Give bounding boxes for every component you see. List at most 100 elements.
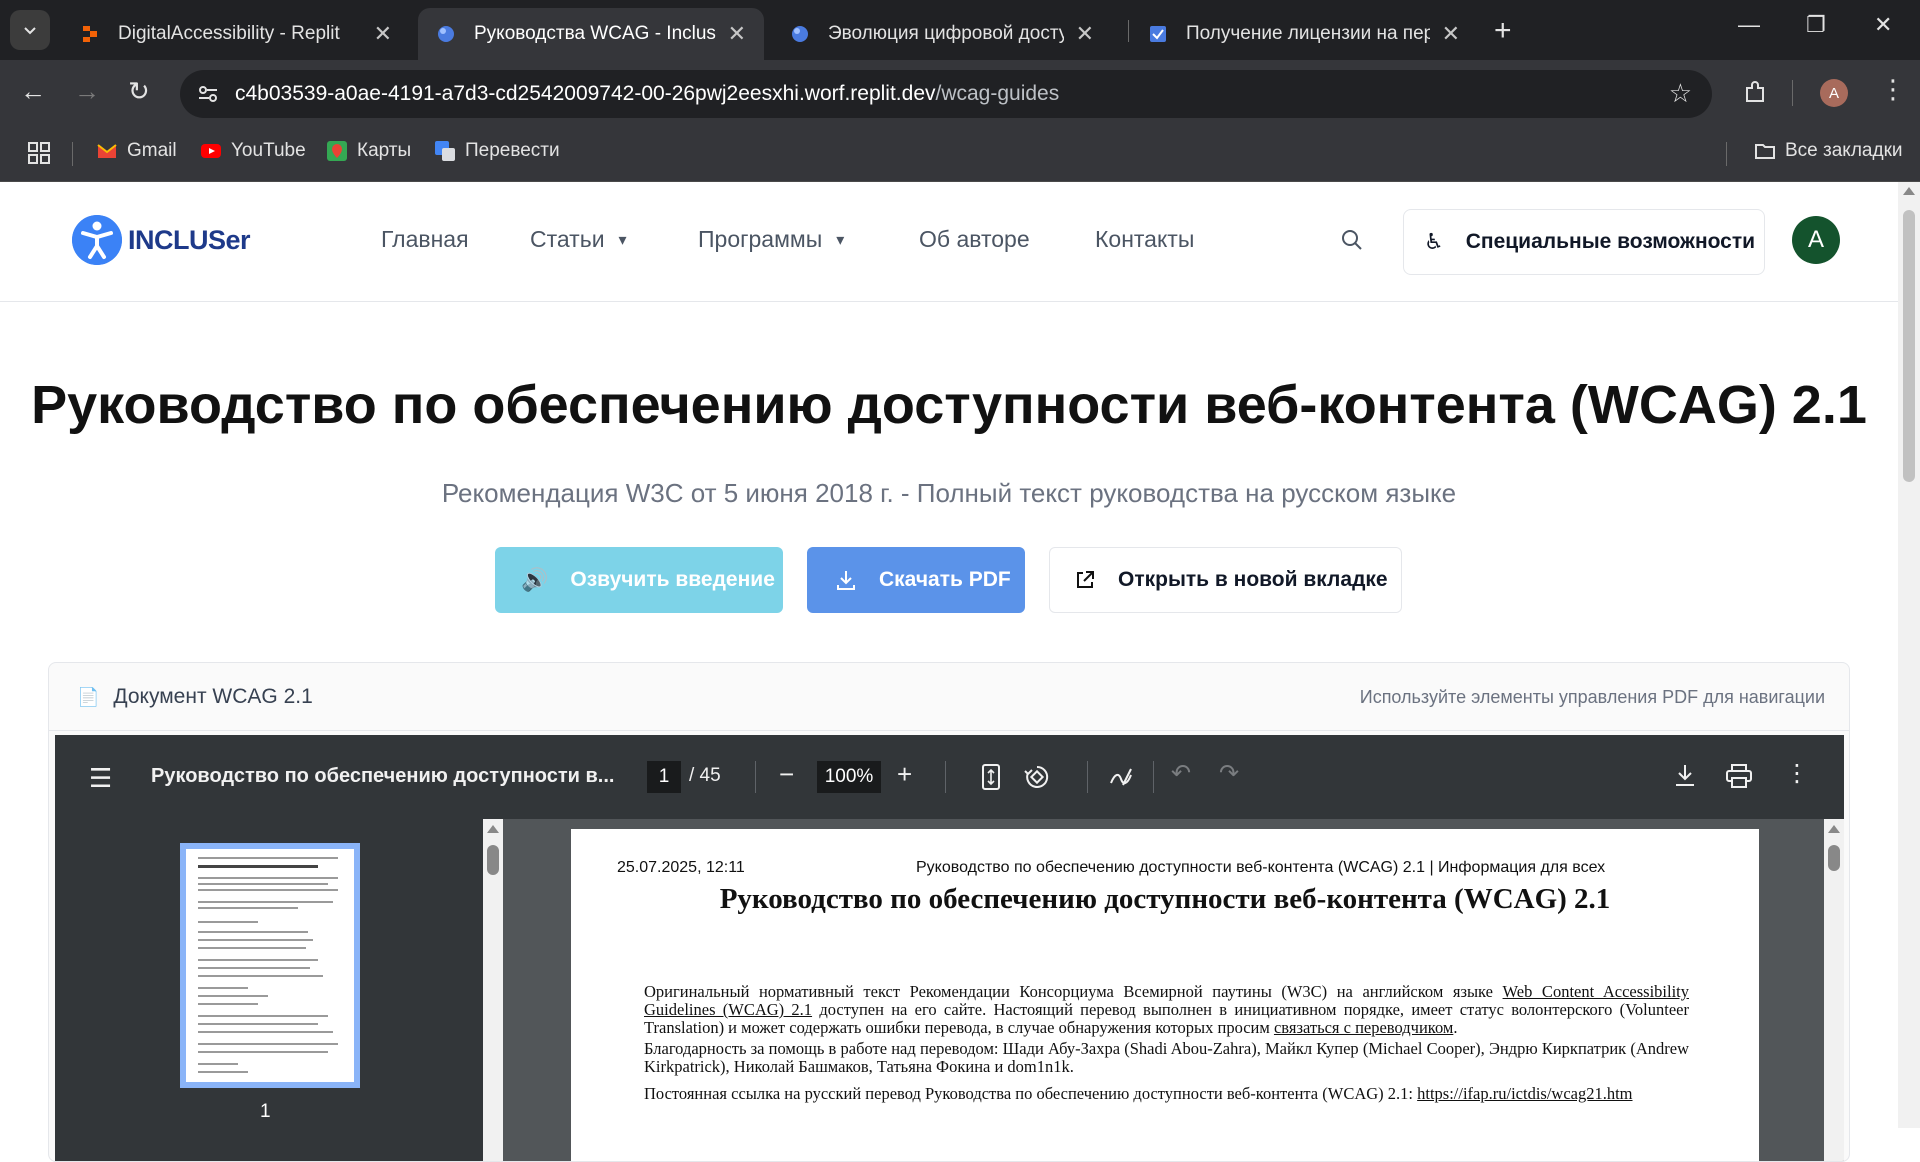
maps-icon (327, 141, 347, 161)
redo-icon[interactable]: ↷ (1219, 759, 1239, 788)
toolbar-divider (1792, 80, 1793, 106)
pdf-text: . (1453, 1018, 1458, 1037)
new-tab-button[interactable]: + (1494, 14, 1512, 48)
scroll-up-arrow[interactable] (1828, 825, 1840, 833)
more-options-icon[interactable]: ⋮ (1785, 759, 1809, 788)
close-icon[interactable]: ✕ (1076, 21, 1094, 47)
back-button[interactable]: ← (20, 76, 46, 107)
print-icon[interactable] (1725, 763, 1753, 789)
scrollbar-thumb[interactable] (1903, 210, 1915, 482)
nav-contacts[interactable]: Контакты (1095, 226, 1194, 253)
close-icon[interactable]: ✕ (728, 21, 746, 47)
web-page: INCLUSer Главная Статьи ▾ Программы ▾ Об а… (0, 182, 1898, 1162)
address-bar[interactable]: c4b03539-a0ae-4191-a7d3-cd2542009742-00-… (180, 70, 1712, 118)
close-icon[interactable]: ✕ (374, 21, 392, 47)
pdf-thumbnails-sidebar: 1 (55, 819, 483, 1161)
reload-button[interactable]: ↻ (128, 76, 150, 107)
site-header: INCLUSer Главная Статьи ▾ Программы ▾ Об а… (0, 182, 1898, 302)
url-path: /wcag-guides (935, 82, 1060, 105)
download-icon[interactable] (1673, 763, 1697, 789)
listen-intro-button[interactable]: 🔊 Озвучить введение (495, 547, 783, 613)
page-scrollbar[interactable] (1898, 182, 1920, 1128)
scroll-up-arrow[interactable] (487, 825, 499, 833)
thumbnail-line (198, 1051, 328, 1053)
thumbnail-page (186, 849, 354, 1082)
tab-evolution[interactable]: Эволюция цифровой доступно ✕ (772, 8, 1112, 60)
open-new-tab-button[interactable]: Открыть в новой вкладке (1049, 547, 1402, 613)
pdf-scrollbar[interactable] (1824, 819, 1844, 1161)
pdf-title: Руководство по обеспечению доступности в… (151, 765, 615, 787)
site-settings-icon[interactable] (196, 82, 220, 106)
speaker-icon: 🔊 (521, 567, 549, 592)
bookmark-maps[interactable]: Карты (326, 140, 411, 162)
thumbnail-line (198, 987, 248, 989)
zoom-level-input[interactable]: 100% (817, 761, 881, 793)
thumbnail-line (198, 921, 258, 923)
site-logo[interactable]: INCLUSer (72, 215, 251, 265)
rotate-icon[interactable] (1023, 763, 1051, 791)
thumbnail-line (198, 883, 328, 885)
thumbnail-line (198, 865, 318, 868)
bookmark-star-icon[interactable]: ☆ (1669, 78, 1692, 109)
toolbar-separator (945, 761, 946, 793)
close-icon[interactable]: ✕ (1442, 21, 1460, 47)
bookmark-translate[interactable]: Перевести (434, 140, 560, 162)
contact-translator-link[interactable]: связаться с переводчиком (1274, 1018, 1453, 1037)
zoom-out-icon[interactable]: − (779, 759, 794, 790)
tab-incluser[interactable]: Руководства WCAG - Incluser ✕ (418, 8, 764, 60)
scroll-up-arrow[interactable] (1903, 187, 1915, 195)
pdf-page-header: Руководство по обеспечению доступности в… (916, 859, 1606, 876)
page-number-input[interactable]: 1 (647, 761, 681, 793)
thumbnail-line (198, 877, 338, 879)
thumbnail-line (198, 1023, 318, 1025)
annotate-icon[interactable] (1107, 763, 1135, 791)
url-text: c4b03539-a0ae-4191-a7d3-cd2542009742-00-… (235, 82, 1059, 106)
nav-about[interactable]: Об авторе (919, 226, 1030, 253)
tab-replit[interactable]: DigitalAccessibility - Replit ✕ (62, 8, 410, 60)
apps-grid-icon[interactable] (28, 142, 50, 164)
thumbnail-line (198, 995, 268, 997)
download-pdf-button[interactable]: Скачать PDF (807, 547, 1025, 613)
scrollbar-thumb[interactable] (487, 845, 499, 875)
fit-page-icon[interactable] (981, 763, 1001, 791)
tab-title: DigitalAccessibility - Replit (118, 23, 340, 44)
restore-button[interactable]: ❐ (1806, 12, 1826, 38)
document-card: 📄 Документ WCAG 2.1 Используйте элементы… (48, 662, 1850, 1162)
nav-articles[interactable]: Статьи ▾ (530, 226, 627, 253)
tab-license[interactable]: Получение лицензии на перев ✕ (1130, 8, 1478, 60)
minimize-button[interactable]: — (1738, 12, 1760, 38)
thumbnail-page-number: 1 (260, 1101, 271, 1122)
nav-home[interactable]: Главная (381, 226, 469, 253)
thumbnails-scrollbar[interactable] (483, 819, 503, 1161)
nav-label: Главная (381, 226, 469, 252)
scrollbar-thumb[interactable] (1828, 845, 1840, 871)
browser-menu-icon[interactable]: ⋮ (1880, 74, 1906, 105)
tab-title: Руководства WCAG - Incluser (474, 23, 716, 44)
forward-button[interactable]: → (74, 76, 100, 107)
permalink-link[interactable]: https://ifap.ru/ictdis/wcag21.htm (1417, 1084, 1632, 1103)
globe-icon (792, 26, 808, 42)
all-bookmarks-button[interactable]: Все закладки (1754, 140, 1903, 162)
accessibility-options-button[interactable]: ♿ Специальные возможности (1403, 209, 1765, 275)
zoom-in-icon[interactable]: + (897, 759, 912, 790)
pdf-text: Постоянная ссылка на русский перевод Рук… (644, 1084, 1418, 1103)
toolbar-separator (1087, 761, 1088, 793)
page-thumbnail[interactable] (180, 843, 360, 1088)
thumbnail-line (198, 889, 338, 891)
thumbnail-line (198, 967, 310, 969)
user-avatar[interactable]: A (1792, 216, 1840, 264)
bookmark-youtube[interactable]: YouTube (200, 140, 306, 162)
tab-search-button[interactable] (10, 10, 50, 50)
thumbnail-line (198, 1003, 258, 1005)
search-icon[interactable] (1340, 228, 1364, 252)
undo-icon[interactable]: ↶ (1171, 759, 1191, 788)
profile-avatar[interactable]: A (1820, 79, 1848, 107)
close-window-button[interactable]: ✕ (1874, 12, 1892, 38)
button-label: Озвучить введение (570, 568, 775, 591)
accessibility-button-label: Специальные возможности (1465, 230, 1756, 253)
bookmark-gmail[interactable]: Gmail (96, 140, 177, 162)
menu-icon[interactable]: ☰ (89, 763, 112, 794)
extensions-icon[interactable] (1742, 80, 1768, 106)
thumbnail-line (198, 1015, 328, 1017)
nav-programs[interactable]: Программы ▾ (698, 226, 844, 253)
